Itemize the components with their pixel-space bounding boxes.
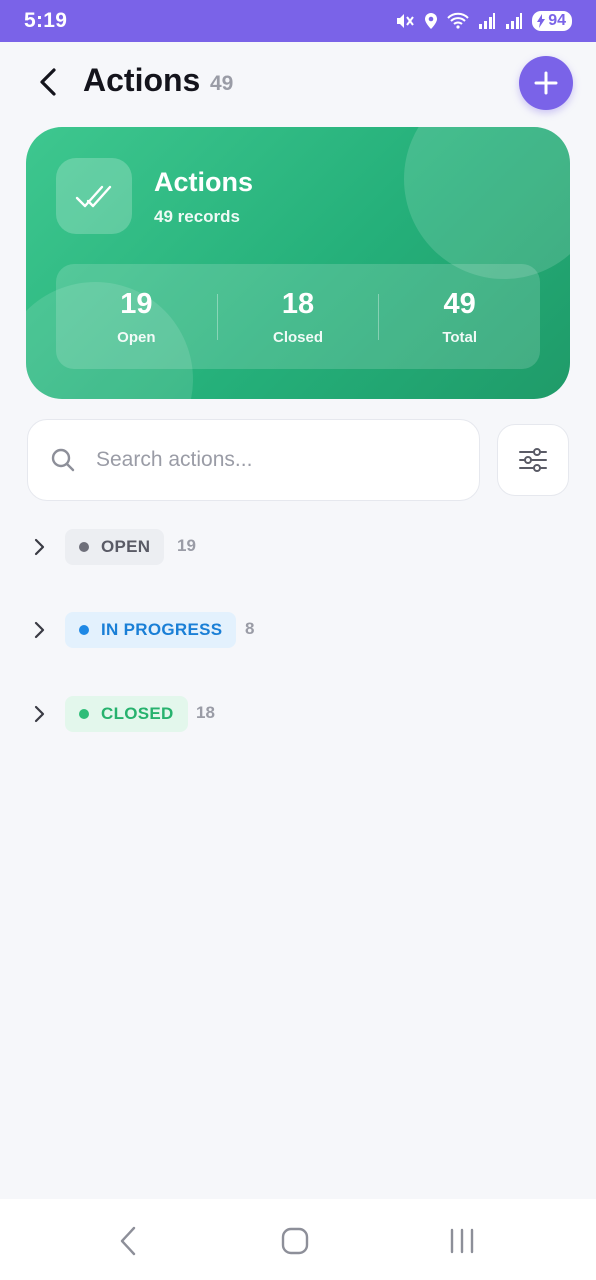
add-action-button[interactable] [519,56,573,110]
status-dot [79,625,89,635]
page-count: 49 [210,72,234,95]
wifi-icon [447,12,469,30]
nav-back-button[interactable] [108,1223,148,1259]
battery-icon [536,14,546,28]
summary-card: Actions 49 records 19 Open 18 Closed 49 … [26,127,570,399]
plus-icon [534,71,558,95]
stat-open: 19 Open [56,287,217,346]
search-icon [51,448,75,472]
status-time: 5:19 [24,9,68,32]
chevron-left-icon [40,68,56,96]
group-closed[interactable]: CLOSED 18 [0,694,596,734]
stat-value: 49 [443,288,476,320]
back-button[interactable] [30,62,66,102]
battery-indicator: 94 [532,11,572,31]
double-check-icon [75,185,112,208]
filter-button[interactable] [497,424,569,496]
status-chip-in-progress: IN PROGRESS [65,612,237,648]
sliders-icon [519,448,547,472]
stat-label: Open [117,329,156,346]
header: Actions 49 [0,42,596,126]
chevron-right-icon [31,535,47,559]
status-chip-label: OPEN [101,537,151,556]
card-subtitle: 49 records [154,207,240,226]
status-chip-label: IN PROGRESS [101,620,223,639]
chevron-right-icon [31,618,47,642]
nav-recents-icon [450,1228,474,1254]
chevron-right-icon [31,702,47,726]
status-dot [79,542,89,552]
nav-back-icon [120,1226,136,1256]
status-dot [79,709,89,719]
group-count: 18 [196,703,215,722]
stat-label: Total [442,329,478,346]
page-title: Actions [83,62,201,98]
status-chip-open: OPEN [65,529,165,565]
location-icon [424,12,438,30]
signal-icon-2 [505,12,523,30]
status-chip-label: CLOSED [101,704,174,723]
stat-value: 18 [281,288,315,320]
status-icons: 94 [395,11,572,31]
nav-home-button[interactable] [275,1223,315,1259]
decorative-circle [404,127,570,279]
stat-closed: 18 Closed [218,287,379,346]
search-input[interactable] [96,448,436,472]
card-icon-box [56,158,132,234]
stats-panel: 19 Open 18 Closed 49 Total [56,264,540,369]
status-bar: 5:19 94 [0,0,596,42]
stat-value: 19 [120,288,153,320]
nav-recents-button[interactable] [442,1223,482,1259]
group-count: 8 [245,619,255,638]
stat-total: 49 Total [379,287,540,346]
nav-home-icon [281,1227,309,1255]
battery-level: 94 [548,12,566,29]
stat-label: Closed [273,329,324,346]
status-chip-closed: CLOSED [65,696,188,732]
system-nav-bar [0,1199,596,1280]
app-screen: 5:19 94 Actions 49 Actions 49 records 19… [0,0,596,1280]
group-in-progress[interactable]: IN PROGRESS 8 [0,610,596,650]
mute-vibrate-icon [395,12,415,30]
search-box[interactable] [27,419,480,501]
group-count: 19 [177,536,196,555]
signal-icon [478,12,496,30]
group-open[interactable]: OPEN 19 [0,527,596,567]
card-title: Actions [154,167,254,197]
